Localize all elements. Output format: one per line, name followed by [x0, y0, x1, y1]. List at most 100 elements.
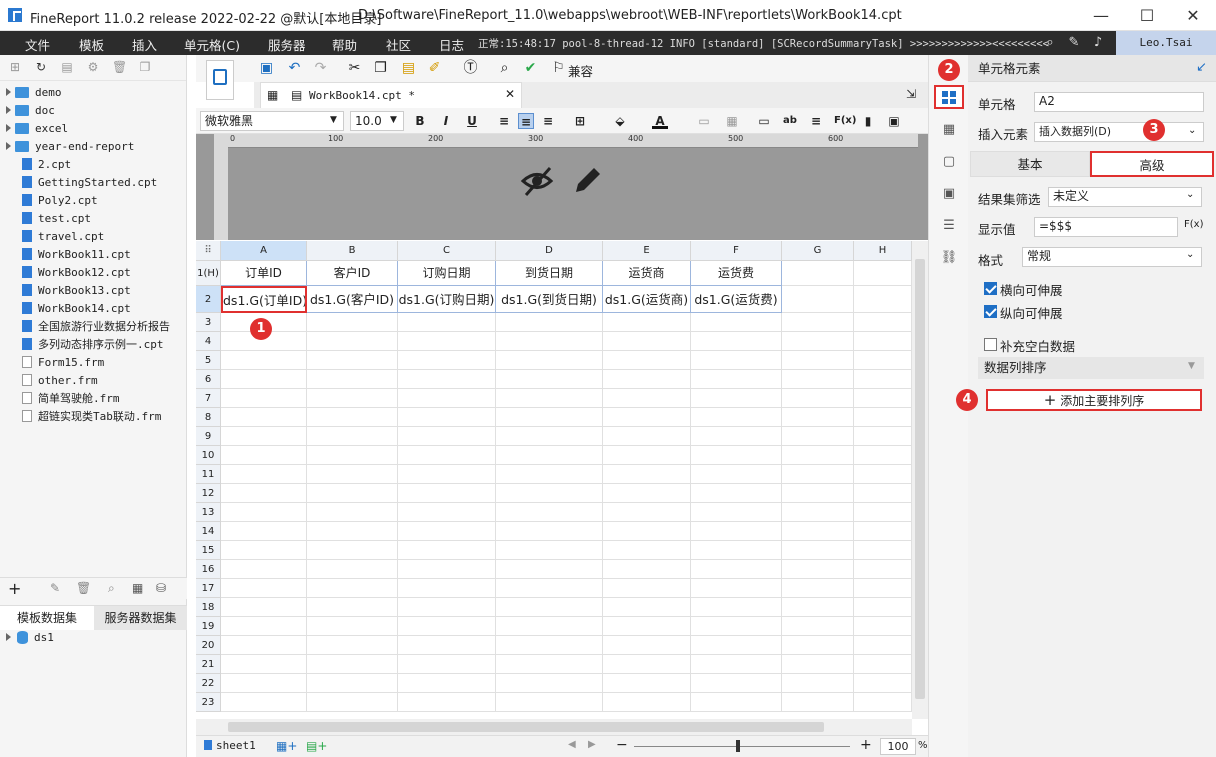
header-cell[interactable]: 订购日期 [398, 261, 496, 286]
row-header[interactable]: 3 [196, 313, 221, 332]
header-cell[interactable]: 运货费 [691, 261, 782, 286]
grid-cell[interactable] [603, 522, 691, 541]
row-header[interactable]: 6 [196, 370, 221, 389]
grid-cell[interactable] [782, 636, 854, 655]
add-poly-icon[interactable]: ▤+ [306, 739, 327, 753]
cell-name-input[interactable]: A2 [1034, 92, 1204, 112]
grid-cell[interactable] [496, 351, 603, 370]
grid-cell[interactable] [782, 389, 854, 408]
grid-cell[interactable] [854, 427, 912, 446]
grid-cell[interactable] [782, 522, 854, 541]
copy-icon[interactable]: ❐ [372, 60, 389, 77]
zoom-in-icon[interactable]: + [860, 737, 872, 753]
copy-icon[interactable]: ❐ [138, 60, 152, 74]
grid-cell[interactable] [496, 427, 603, 446]
text-wrap-icon[interactable]: ≡ [808, 113, 824, 129]
next-icon[interactable]: ▶ [588, 739, 596, 750]
italic-button[interactable]: I [438, 113, 454, 129]
tree-file[interactable]: 超链实现类Tab联动.frm [6, 407, 161, 425]
grid-cell[interactable] [221, 465, 307, 484]
grid-cell[interactable] [782, 370, 854, 389]
grid-cell[interactable] [307, 313, 398, 332]
grid-cell[interactable] [854, 693, 912, 712]
format-select[interactable]: 常规 [1022, 247, 1202, 267]
grid-cell[interactable] [398, 427, 496, 446]
row-header[interactable]: 22 [196, 674, 221, 693]
grid-cell[interactable] [782, 484, 854, 503]
minimize-icon[interactable]: — [1078, 0, 1124, 31]
grid-cell[interactable] [603, 617, 691, 636]
column-header[interactable]: D [496, 241, 603, 261]
grid-cell[interactable] [496, 693, 603, 712]
grid-cell[interactable] [496, 560, 603, 579]
grid-cell[interactable] [221, 427, 307, 446]
grid-cell[interactable] [221, 617, 307, 636]
row-header[interactable]: 13 [196, 503, 221, 522]
grid-cell[interactable] [496, 655, 603, 674]
tree-file[interactable]: other.frm [6, 371, 98, 389]
spreadsheet-grid[interactable]: ⠿ A B C D E F G H 1(H) 2 订单ID 客户ID 订购日期 … [196, 241, 912, 719]
zoom-input[interactable]: 100 [880, 738, 916, 755]
abc-icon[interactable]: ab [782, 113, 798, 129]
tab-basic[interactable]: 基本 [970, 151, 1090, 177]
grid-cell[interactable] [854, 370, 912, 389]
tree-folder[interactable]: year-end-report [6, 137, 134, 155]
data-cell-selected[interactable]: ds1.G(订单ID) [221, 286, 307, 313]
grid-cell[interactable] [691, 370, 782, 389]
horizontal-expand-checkbox[interactable] [984, 282, 997, 295]
grid-cell[interactable] [603, 541, 691, 560]
grid-cell[interactable] [691, 560, 782, 579]
grid-cell[interactable] [691, 313, 782, 332]
grid-cell[interactable] [307, 560, 398, 579]
menu-insert[interactable]: 插入 [132, 35, 157, 54]
row-header[interactable]: 20 [196, 636, 221, 655]
delete-icon[interactable]: 🗑 [112, 60, 127, 74]
header-cell[interactable]: 订单ID [221, 261, 307, 286]
grid-cell[interactable] [496, 332, 603, 351]
underline-button[interactable]: U [464, 113, 480, 129]
grid-cell[interactable] [691, 351, 782, 370]
cell-attr-icon[interactable]: ▦ [940, 121, 958, 139]
row-header[interactable]: 16 [196, 560, 221, 579]
bold-button[interactable]: B [412, 113, 428, 129]
cell-element-tab[interactable] [934, 85, 964, 109]
grid-cell[interactable] [221, 674, 307, 693]
menu-help[interactable]: 帮助 [332, 35, 357, 54]
grid-cell[interactable] [307, 370, 398, 389]
text-icon[interactable]: Ⓣ [462, 60, 479, 77]
search-icon[interactable]: ⌕ [1042, 35, 1058, 51]
tree-file[interactable]: test.cpt [6, 209, 91, 227]
grid-cell[interactable] [496, 503, 603, 522]
grid-cell[interactable] [307, 351, 398, 370]
grid-cell[interactable] [496, 313, 603, 332]
grid-cell[interactable] [398, 313, 496, 332]
edit-doc-icon[interactable]: ✎ [1066, 35, 1082, 51]
grid-cell[interactable] [691, 446, 782, 465]
grid-cell[interactable] [603, 655, 691, 674]
grid-cell[interactable] [603, 503, 691, 522]
close-icon[interactable]: ✕ [1170, 0, 1216, 31]
grid-cell[interactable] [603, 389, 691, 408]
tree-file[interactable]: 2.cpt [6, 155, 71, 173]
paste-icon[interactable]: ▤ [400, 60, 417, 77]
grid-cell[interactable] [307, 503, 398, 522]
cut-icon[interactable]: ✂ [346, 60, 363, 77]
grid-cell[interactable] [854, 636, 912, 655]
sheet-tab[interactable]: sheet1 [216, 739, 256, 752]
prev-icon[interactable]: ◀ [568, 739, 576, 750]
grid-cell[interactable] [603, 598, 691, 617]
header-cell[interactable]: 运货商 [603, 261, 691, 286]
tab-advanced[interactable]: 高级 [1090, 151, 1214, 177]
grid-cell[interactable] [854, 560, 912, 579]
grid-cell[interactable] [307, 522, 398, 541]
pencil-icon[interactable] [572, 164, 604, 196]
grid-cell[interactable] [496, 522, 603, 541]
grid-cell[interactable] [398, 351, 496, 370]
grid-cell[interactable] [496, 598, 603, 617]
column-header[interactable]: F [691, 241, 782, 261]
sort-section-header[interactable]: 数据列排序 [978, 357, 1204, 379]
grid-cell[interactable] [854, 655, 912, 674]
grid-cell[interactable] [854, 579, 912, 598]
tab-workbook14[interactable]: ▦ ▤ WorkBook14.cpt * ✕ [260, 82, 522, 108]
grid-cell[interactable] [854, 446, 912, 465]
